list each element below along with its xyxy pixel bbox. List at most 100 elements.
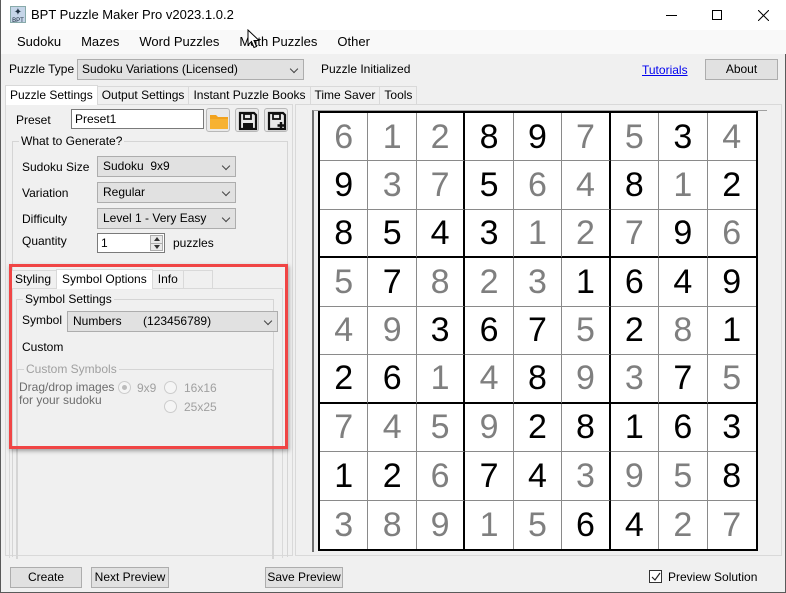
tab-symbol-options[interactable]: Symbol Options [56,269,153,289]
close-button[interactable] [740,0,786,30]
quantity-label: Quantity [22,234,67,248]
sudoku-size-select[interactable]: Sudoku 9x9 [97,156,236,177]
chevron-down-icon [221,187,231,197]
spinner-divider [151,243,162,244]
maximize-icon [712,10,722,20]
app-window: ✦ BPT BPT Puzzle Maker Pro v2023.1.0.2 Su… [0,0,786,593]
radio-25x25[interactable] [164,400,177,413]
tutorials-link[interactable]: Tutorials [642,63,688,77]
sudoku-cell-given: 4 [611,500,660,549]
sudoku-cell-given: 1 [562,258,611,307]
folder-open-icon [210,115,228,129]
drag-drop-text-line2: for your sudoku [19,393,102,407]
quantity-value: 1 [101,236,108,250]
custom-label: Custom [22,340,64,354]
preset-input[interactable]: Preset1 [71,109,204,129]
window-title: BPT Puzzle Maker Pro v2023.1.0.2 [31,7,234,22]
sudoku-cell-given: 5 [465,161,514,210]
sudoku-cell-solution: 5 [514,500,563,549]
sudoku-cell-given: 6 [368,355,417,404]
sudoku-cell-solution: 7 [722,505,742,544]
sudoku-cell-solution: 9 [368,306,417,356]
checkmark-icon [651,572,661,581]
tab-instant-puzzle-books[interactable]: Instant Puzzle Books [188,86,311,104]
sudoku-cell-solution: 3 [368,161,417,210]
spin-down-icon[interactable] [154,245,160,249]
sudoku-cell-given: 9 [320,161,369,210]
preview-solution-label: Preview Solution [668,570,758,584]
sudoku-cell-given: 7 [659,355,708,404]
sudoku-cell-given: 2 [707,161,756,210]
sudoku-size-value: Sudoku 9x9 [103,159,170,173]
menu-sudoku[interactable]: Sudoku [10,31,68,53]
difficulty-select[interactable]: Level 1 - Very Easy [97,208,236,229]
menu-word-puzzles[interactable]: Word Puzzles [132,31,226,53]
tab-info[interactable]: Info [151,270,184,288]
menu-mazes[interactable]: Mazes [74,31,126,53]
next-preview-button[interactable]: Next Preview [91,567,169,588]
symbol-settings-group: Symbol Settings Symbol Numbers (12345678… [16,292,278,559]
preview-solution-checkbox[interactable] [649,570,662,583]
sudoku-cell-given: 3 [707,404,756,453]
quantity-spinner[interactable] [150,235,163,251]
what-to-generate-title: What to Generate? [19,134,125,148]
sudoku-grid: 6128975349375648128543127965782316494936… [318,111,758,551]
sudoku-cell-given: 9 [707,258,756,307]
sudoku-cell-given: 3 [465,209,514,259]
custom-symbols-group: Custom Symbols Drag/drop images for your… [17,362,273,559]
radio-9x9[interactable] [118,381,131,394]
tab-output-settings[interactable]: Output Settings [96,86,190,104]
sudoku-cell-given: 8 [707,452,756,501]
what-to-generate-group: What to Generate? Sudoku Size Sudoku 9x9… [9,134,288,559]
radio-16x16[interactable] [164,381,177,394]
menu-other[interactable]: Other [330,31,377,53]
minimize-button[interactable] [648,0,694,30]
create-button[interactable]: Create [10,567,82,588]
tab-tools[interactable]: Tools [379,86,418,104]
title-bar: ✦ BPT BPT Puzzle Maker Pro v2023.1.0.2 [1,0,786,30]
settings-panel: Preset Preset1 What to Generate? Sudoku … [5,104,293,559]
sudoku-cell-given: 2 [513,403,563,453]
sudoku-cell-solution: 5 [562,306,611,356]
sudoku-cell-given: 1 [610,403,660,453]
sudoku-size-label: Sudoku Size [22,160,90,174]
sudoku-cell-given: 2 [320,355,369,404]
spin-up-icon[interactable] [154,237,160,241]
tab-strip-filler [182,270,213,288]
symbol-select[interactable]: Numbers (123456789) [67,311,278,332]
symbol-label: Symbol [22,313,63,327]
sudoku-cell-given: 9 [513,113,563,162]
variation-label: Variation [22,186,69,200]
save-as-preset-button[interactable] [264,108,288,132]
open-preset-button[interactable] [206,108,230,132]
save-preset-button[interactable] [235,108,259,132]
variation-select[interactable]: Regular [97,182,236,203]
sudoku-cell-given: 2 [368,452,417,501]
radio-16x16-label: 16x16 [184,381,217,395]
sudoku-cell-solution: 5 [320,258,369,307]
sudoku-cell-solution: 5 [416,403,466,453]
quantity-stepper[interactable]: 1 [97,233,165,253]
sudoku-cell-solution: 9 [465,403,514,453]
sudoku-cell-solution: 2 [465,258,514,307]
puzzle-type-select[interactable]: Sudoku Variations (Licensed) [77,59,304,80]
sudoku-cell-solution: 5 [707,355,756,404]
sudoku-cell-solution: 6 [320,113,369,162]
sudoku-cell-solution: 6 [416,452,466,501]
sudoku-cell-solution: 3 [513,258,563,307]
tab-puzzle-settings[interactable]: Puzzle Settings [5,85,98,105]
sudoku-cell-solution: 7 [562,113,611,162]
maximize-button[interactable] [694,0,740,30]
tab-time-saver[interactable]: Time Saver [309,86,381,104]
tab-styling[interactable]: Styling [9,270,58,288]
chevron-down-icon [221,161,231,171]
save-preview-button[interactable]: Save Preview [265,567,343,588]
drag-drop-text-line1: Drag/drop images [19,380,115,394]
about-button[interactable]: About [705,59,778,80]
sudoku-cell-given: 8 [610,161,660,210]
custom-symbols-title: Custom Symbols [24,362,119,376]
sudoku-cell-given: 6 [465,306,514,356]
sudoku-cell-given: 4 [513,452,563,501]
sudoku-cell-solution: 4 [562,161,611,210]
menu-bar: Sudoku Mazes Word Puzzles Math Puzzles O… [1,30,786,54]
